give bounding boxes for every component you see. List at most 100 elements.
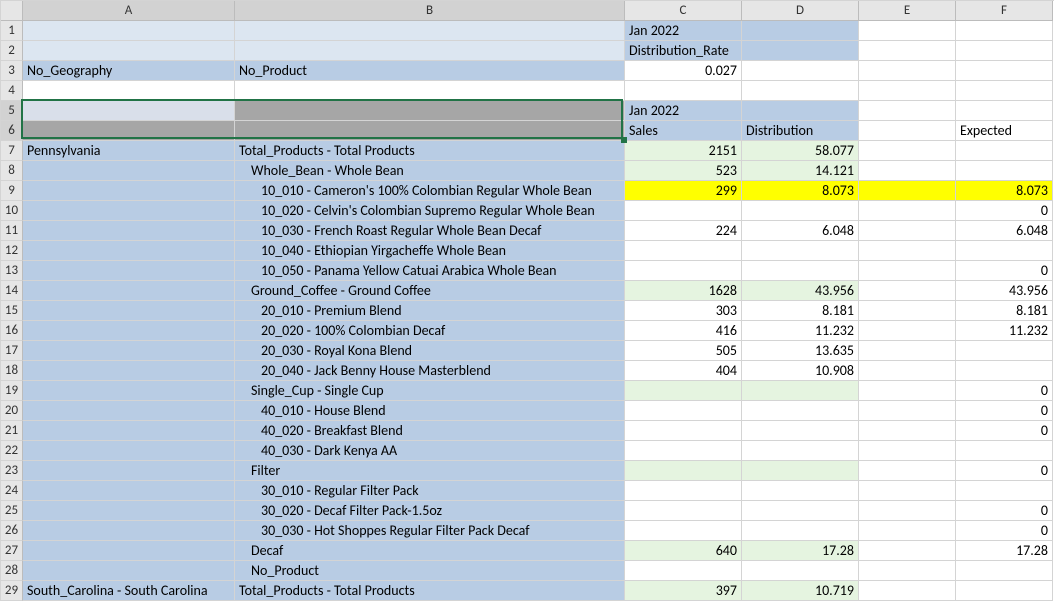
row-header-2[interactable]: 2	[1, 41, 23, 61]
cell-E16[interactable]	[859, 321, 956, 341]
cell-E27[interactable]	[859, 541, 956, 561]
row-header-10[interactable]: 10	[1, 201, 23, 221]
cell-A5[interactable]	[23, 101, 235, 121]
cell-B9[interactable]: 10_010 - Cameron's 100% Colombian Regula…	[235, 181, 625, 201]
col-header-A[interactable]: A	[23, 1, 235, 21]
cell-B13[interactable]: 10_050 - Panama Yellow Catuai Arabica Wh…	[235, 261, 625, 281]
col-header-D[interactable]: D	[742, 1, 859, 21]
cell-C9[interactable]: 299	[625, 181, 742, 201]
cell-C22[interactable]	[625, 441, 742, 461]
cell-C4[interactable]	[625, 81, 742, 101]
cell-C26[interactable]	[625, 521, 742, 541]
cell-B23[interactable]: Filter	[235, 461, 625, 481]
cell-B25[interactable]: 30_020 - Decaf Filter Pack-1.5oz	[235, 501, 625, 521]
col-header-B[interactable]: B	[235, 1, 625, 21]
cell-D7[interactable]: 58.077	[742, 141, 859, 161]
cell-F28[interactable]	[956, 561, 1053, 581]
cell-B28[interactable]: No_Product	[235, 561, 625, 581]
cell-C14[interactable]: 1628	[625, 281, 742, 301]
cell-E12[interactable]	[859, 241, 956, 261]
cell-C24[interactable]	[625, 481, 742, 501]
cell-D5[interactable]	[742, 101, 859, 121]
cell-E28[interactable]	[859, 561, 956, 581]
cell-F6[interactable]: Expected	[956, 121, 1053, 141]
cell-F4[interactable]	[956, 81, 1053, 101]
cell-D25[interactable]	[742, 501, 859, 521]
cell-A13[interactable]	[23, 261, 235, 281]
cell-E23[interactable]	[859, 461, 956, 481]
cell-E29[interactable]	[859, 581, 956, 601]
cell-B4[interactable]	[235, 81, 625, 101]
cell-A11[interactable]	[23, 221, 235, 241]
cell-D27[interactable]: 17.28	[742, 541, 859, 561]
cell-C19[interactable]	[625, 381, 742, 401]
cell-B29[interactable]: Total_Products - Total Products	[235, 581, 625, 601]
row-header-25[interactable]: 25	[1, 501, 23, 521]
cell-F23[interactable]: 0	[956, 461, 1053, 481]
cell-D6[interactable]: Distribution	[742, 121, 859, 141]
cell-E21[interactable]	[859, 421, 956, 441]
row-header-18[interactable]: 18	[1, 361, 23, 381]
row-header-28[interactable]: 28	[1, 561, 23, 581]
cell-E15[interactable]	[859, 301, 956, 321]
cell-E22[interactable]	[859, 441, 956, 461]
cell-E8[interactable]	[859, 161, 956, 181]
row-header-24[interactable]: 24	[1, 481, 23, 501]
cell-D2[interactable]	[742, 41, 859, 61]
row-header-20[interactable]: 20	[1, 401, 23, 421]
cell-E18[interactable]	[859, 361, 956, 381]
cell-D12[interactable]	[742, 241, 859, 261]
row-header-14[interactable]: 14	[1, 281, 23, 301]
cell-F24[interactable]	[956, 481, 1053, 501]
cell-A12[interactable]	[23, 241, 235, 261]
cell-A15[interactable]	[23, 301, 235, 321]
cell-A1[interactable]	[23, 21, 235, 41]
cell-B14[interactable]: Ground_Coffee - Ground Coffee	[235, 281, 625, 301]
cell-A14[interactable]	[23, 281, 235, 301]
cell-D28[interactable]	[742, 561, 859, 581]
cell-A19[interactable]	[23, 381, 235, 401]
cell-C15[interactable]: 303	[625, 301, 742, 321]
cell-E11[interactable]	[859, 221, 956, 241]
cell-F19[interactable]: 0	[956, 381, 1053, 401]
cell-A3[interactable]: No_Geography	[23, 61, 235, 81]
cell-A20[interactable]	[23, 401, 235, 421]
cell-F25[interactable]: 0	[956, 501, 1053, 521]
cell-B17[interactable]: 20_030 - Royal Kona Blend	[235, 341, 625, 361]
cell-E26[interactable]	[859, 521, 956, 541]
cell-E14[interactable]	[859, 281, 956, 301]
cell-D10[interactable]	[742, 201, 859, 221]
row-header-23[interactable]: 23	[1, 461, 23, 481]
cell-A10[interactable]	[23, 201, 235, 221]
cell-D8[interactable]: 14.121	[742, 161, 859, 181]
cell-E24[interactable]	[859, 481, 956, 501]
cell-C10[interactable]	[625, 201, 742, 221]
row-header-4[interactable]: 4	[1, 81, 23, 101]
cell-D4[interactable]	[742, 81, 859, 101]
cell-F29[interactable]	[956, 581, 1053, 601]
cell-F8[interactable]	[956, 161, 1053, 181]
cell-F20[interactable]: 0	[956, 401, 1053, 421]
cell-F27[interactable]: 17.28	[956, 541, 1053, 561]
cell-F15[interactable]: 8.181	[956, 301, 1053, 321]
row-header-13[interactable]: 13	[1, 261, 23, 281]
cell-E2[interactable]	[859, 41, 956, 61]
cell-E1[interactable]	[859, 21, 956, 41]
cell-F11[interactable]: 6.048	[956, 221, 1053, 241]
cell-C2[interactable]: Distribution_Rate	[625, 41, 742, 61]
cell-C16[interactable]: 416	[625, 321, 742, 341]
cell-D26[interactable]	[742, 521, 859, 541]
row-header-11[interactable]: 11	[1, 221, 23, 241]
cell-F1[interactable]	[956, 21, 1053, 41]
cell-F22[interactable]	[956, 441, 1053, 461]
row-header-8[interactable]: 8	[1, 161, 23, 181]
cell-D18[interactable]: 10.908	[742, 361, 859, 381]
cell-B10[interactable]: 10_020 - Celvin's Colombian Supremo Regu…	[235, 201, 625, 221]
row-header-15[interactable]: 15	[1, 301, 23, 321]
cell-E6[interactable]	[859, 121, 956, 141]
cell-E9[interactable]	[859, 181, 956, 201]
cell-C23[interactable]	[625, 461, 742, 481]
cell-B18[interactable]: 20_040 - Jack Benny House Masterblend	[235, 361, 625, 381]
cell-D9[interactable]: 8.073	[742, 181, 859, 201]
cell-A22[interactable]	[23, 441, 235, 461]
